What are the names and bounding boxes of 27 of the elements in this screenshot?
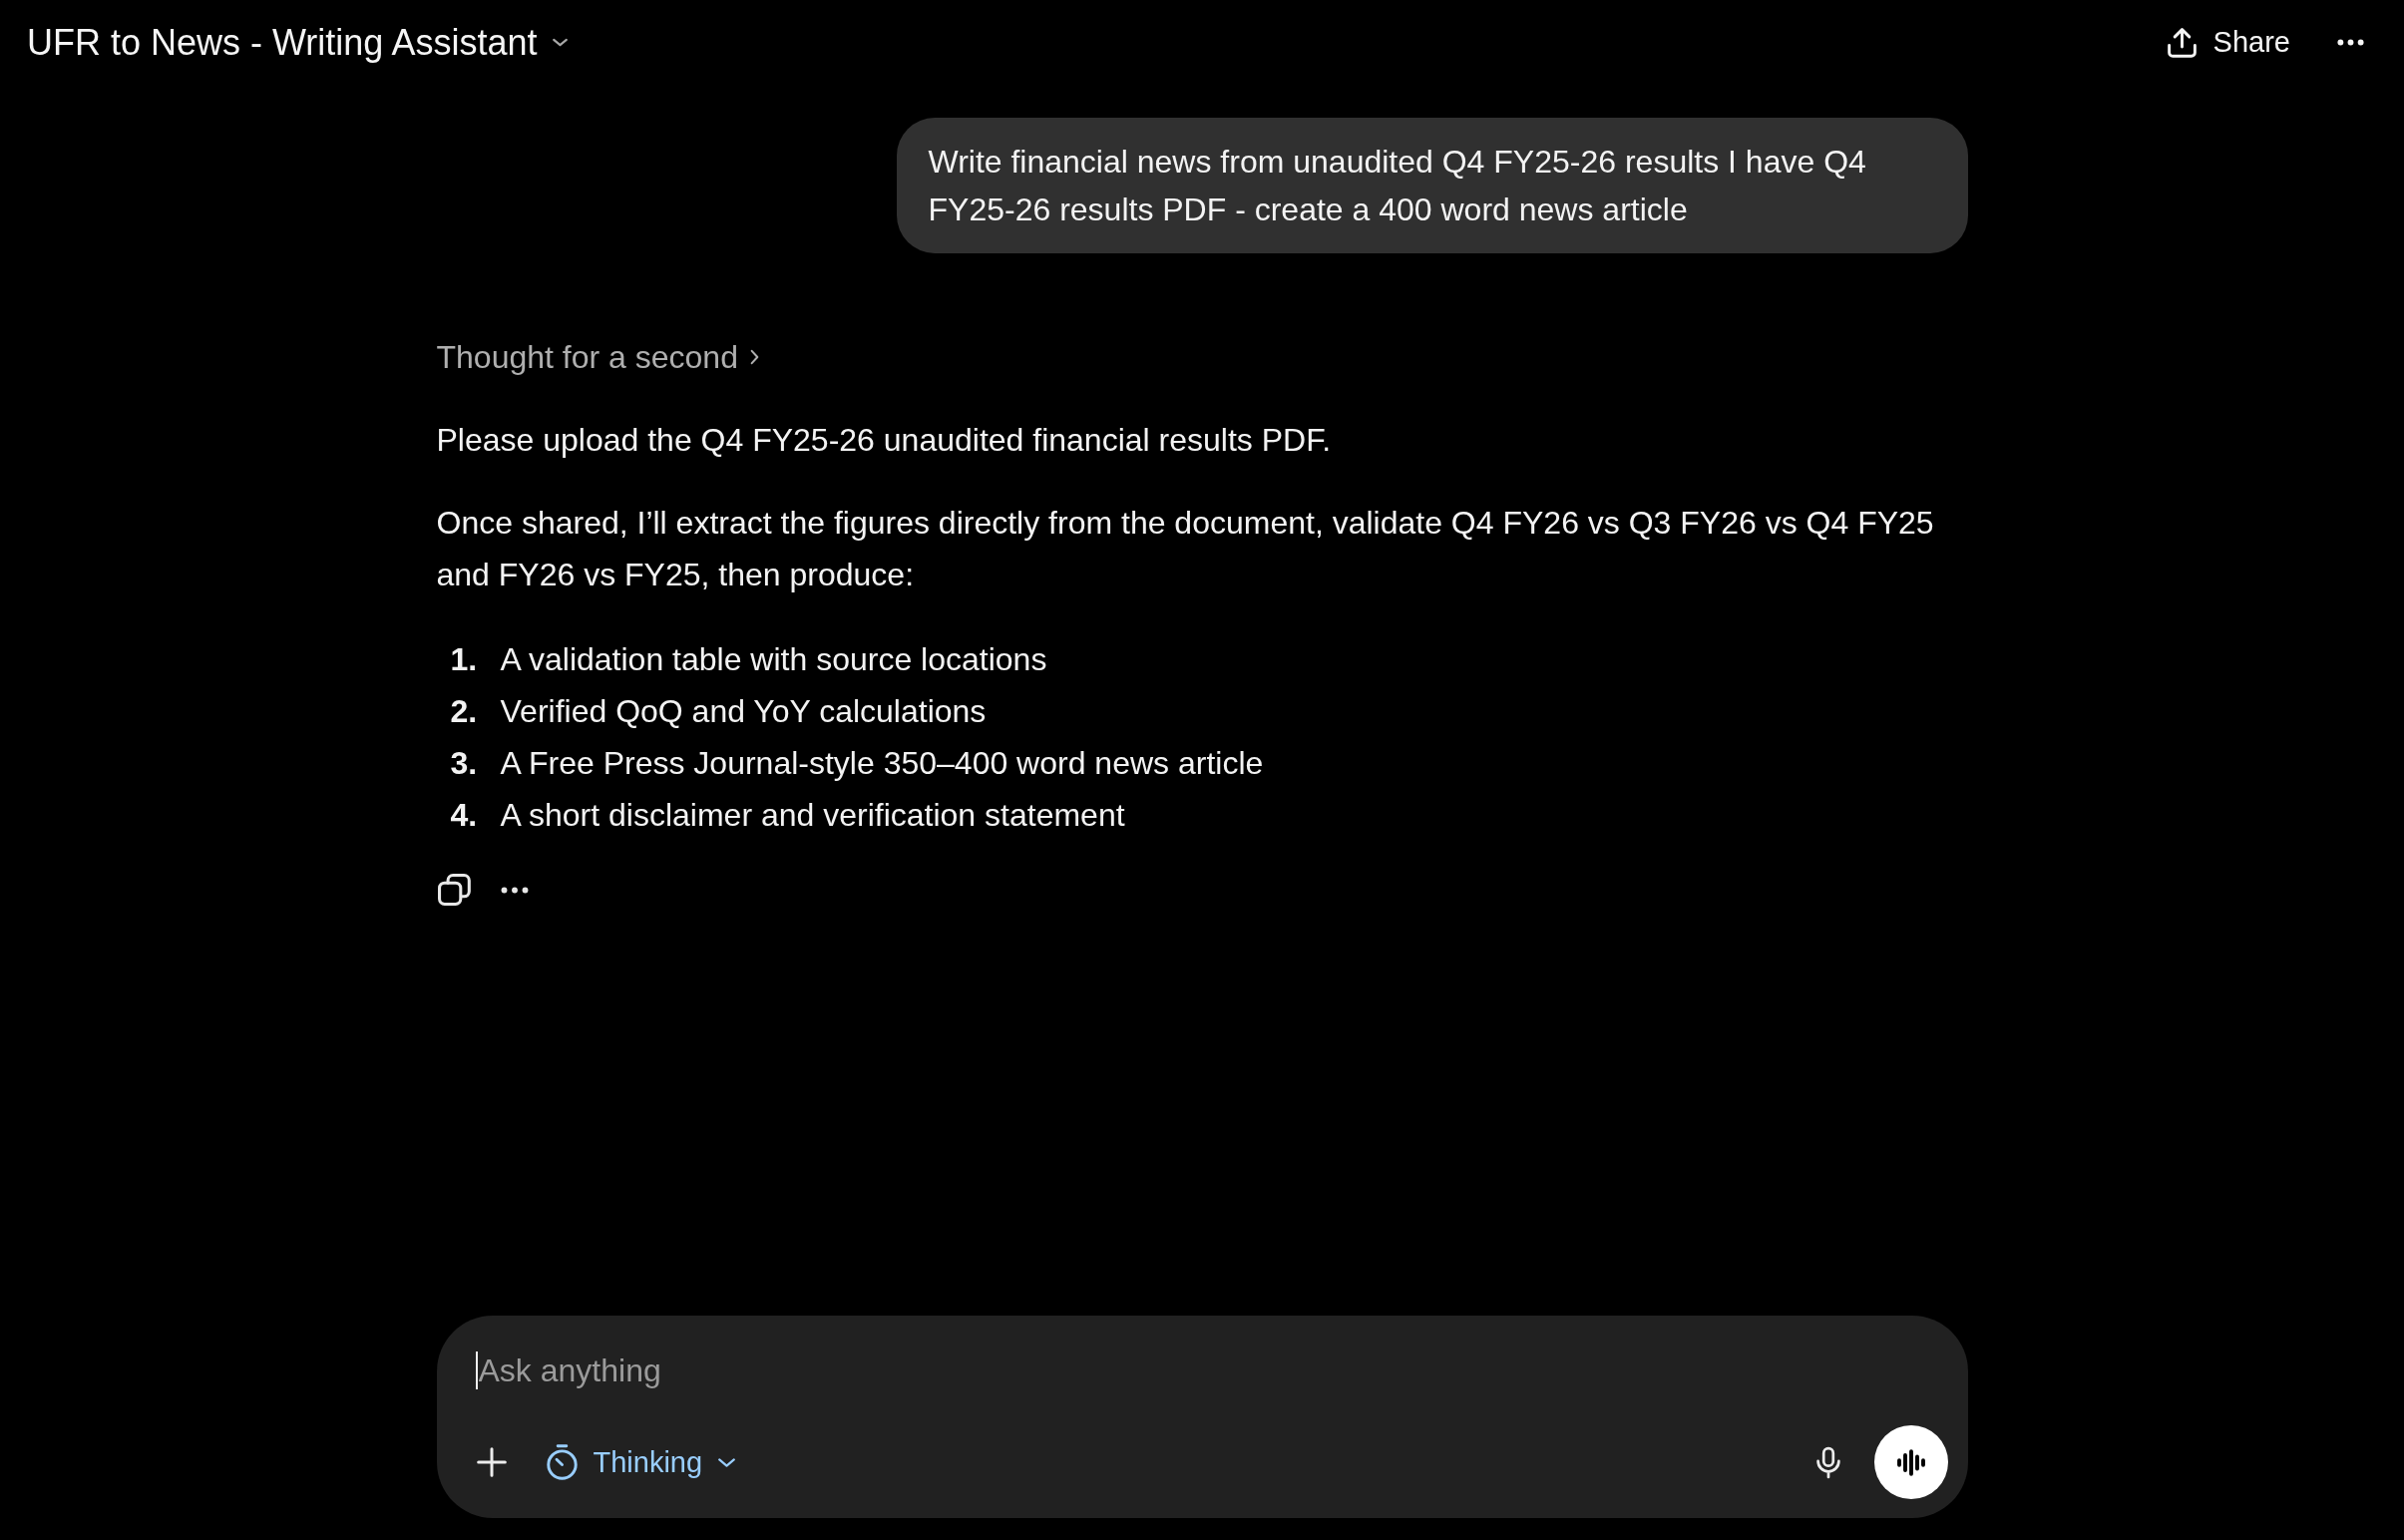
microphone-icon (1815, 1445, 1840, 1479)
waveform-icon (1895, 1448, 1926, 1476)
chevron-down-icon (718, 1457, 736, 1467)
thinking-mode-button[interactable]: Thinking (538, 1438, 744, 1486)
list-number: 3. (449, 744, 479, 783)
response-paragraph: Once shared, I’ll extract the figures directly from the document, validate Q4 FY26 vs Q3 FY26 vs Q4 FY25 and FY26 vs FY25, then produce: (436, 504, 1935, 594)
stopwatch-icon (546, 1444, 578, 1480)
list-item-text: Verified QoQ and YoY calculations (500, 692, 987, 731)
list-number: 2. (449, 692, 479, 731)
message-input-field[interactable]: Ask anything (477, 1348, 1948, 1392)
plus-icon (476, 1447, 507, 1477)
share-button[interactable]: Share (2155, 18, 2302, 67)
list-item-text: A Free Press Journal-style 350–400 word news article (500, 744, 1264, 783)
ellipsis-icon (2336, 39, 2364, 46)
copy-icon (436, 873, 471, 907)
thought-toggle[interactable]: Thought for a second (436, 331, 759, 383)
list-number: 4. (449, 796, 479, 835)
chat-title-button[interactable]: UFR to News - Writing Assistant (27, 17, 571, 68)
list-number: 1. (449, 640, 479, 679)
ellipsis-icon (500, 886, 529, 894)
user-message-bubble: Write financial news from unaudited Q4 FY25-26 results I have Q4 FY25-26 results PDF - create a 400 word news article (896, 118, 1968, 253)
copy-button[interactable] (436, 872, 471, 908)
response-paragraph: Please upload the Q4 FY25-26 unaudited financial results PDF. (436, 421, 1332, 460)
share-icon (2167, 27, 2197, 58)
list-item-text: A validation table with source locations (500, 640, 1047, 679)
chevron-down-icon (551, 37, 571, 48)
list-item-text: A short disclaimer and verification statement (500, 796, 1125, 835)
